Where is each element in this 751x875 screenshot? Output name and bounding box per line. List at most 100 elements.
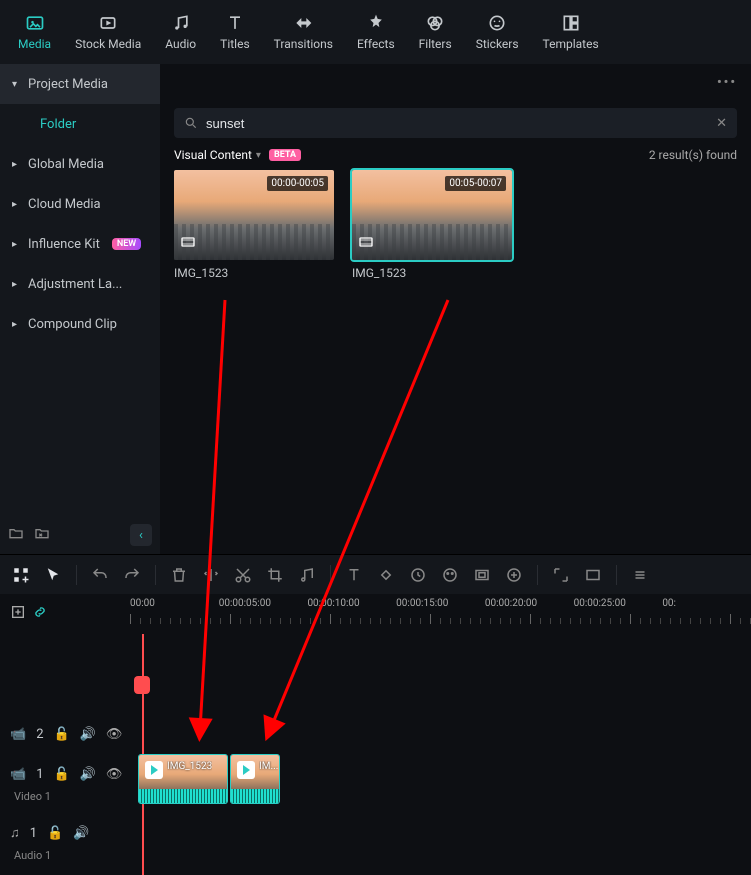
clip-play-icon	[145, 761, 163, 779]
tab-label: Effects	[357, 37, 395, 51]
undo-icon[interactable]	[91, 566, 109, 584]
speed-icon[interactable]	[409, 566, 427, 584]
mute-icon[interactable]: 🔊	[73, 826, 89, 841]
ruler-time: 00:00:25:00	[574, 598, 663, 609]
video-track-icon: 📹	[10, 767, 26, 782]
results-dropdown-icon[interactable]: ▾	[256, 150, 261, 161]
expand-icon[interactable]	[552, 566, 570, 584]
color-icon[interactable]	[441, 566, 459, 584]
track-head-video1[interactable]: 📹 1 🔓 🔊 👁	[0, 754, 130, 794]
playhead-flag[interactable]	[134, 676, 150, 694]
tab-stock-media[interactable]: Stock Media	[63, 13, 153, 51]
apps-icon[interactable]	[12, 566, 30, 584]
video-track-icon: 📹	[10, 727, 26, 742]
delete-folder-icon[interactable]	[34, 525, 50, 545]
timeline-ruler[interactable]: 00:0000:00:05:0000:00:10:0000:00:15:0000…	[56, 594, 751, 634]
tab-stickers[interactable]: Stickers	[464, 13, 531, 51]
filters-icon	[425, 13, 445, 33]
sidebar-item-project-media[interactable]: ▾ Project Media	[0, 64, 160, 104]
media-thumb[interactable]: 00:00-00:05 IMG_1523	[174, 170, 334, 280]
thumb-label: IMG_1523	[174, 266, 334, 280]
tab-titles[interactable]: Titles	[208, 13, 261, 51]
more-options-icon[interactable]: •••	[717, 75, 737, 90]
new-folder-icon[interactable]	[8, 525, 24, 545]
split-icon[interactable]	[202, 566, 220, 584]
cut-icon[interactable]	[234, 566, 252, 584]
timeline-toolbar	[0, 554, 751, 594]
marker-icon[interactable]	[505, 566, 523, 584]
tab-label: Stock Media	[75, 37, 141, 51]
visibility-icon[interactable]: 👁	[106, 727, 123, 742]
sidebar-label: Cloud Media	[28, 197, 101, 212]
audio-edit-icon[interactable]	[298, 566, 316, 584]
track-number: 1	[30, 826, 37, 841]
title-icon[interactable]	[345, 566, 363, 584]
tab-templates[interactable]: Templates	[531, 13, 611, 51]
search-box[interactable]: ✕	[174, 108, 737, 138]
mute-icon[interactable]: 🔊	[80, 767, 96, 782]
chevron-right-icon: ▸	[12, 279, 20, 290]
track-head-audio1[interactable]: ♫ 1 🔓 🔊	[0, 813, 130, 853]
media-thumb[interactable]: 00:05-00:07 IMG_1523	[352, 170, 512, 280]
tab-transitions[interactable]: Transitions	[262, 13, 345, 51]
settings-icon[interactable]	[631, 566, 649, 584]
clip-label: IMG_1523	[167, 761, 212, 772]
clear-search-icon[interactable]: ✕	[716, 116, 727, 131]
timeline-clip[interactable]: IMG_1523	[138, 754, 228, 804]
mask-icon[interactable]	[473, 566, 491, 584]
add-track-icon[interactable]	[10, 604, 26, 624]
sidebar-item-compound-clip[interactable]: ▸ Compound Clip	[0, 304, 160, 344]
lock-icon[interactable]: 🔓	[54, 727, 70, 742]
sidebar-item-folder[interactable]: Folder	[0, 104, 160, 144]
search-input[interactable]	[206, 116, 708, 131]
tab-label: Filters	[419, 37, 452, 51]
mute-icon[interactable]: 🔊	[80, 727, 96, 742]
clip-label: IM...	[259, 761, 278, 772]
track-number: 1	[36, 767, 43, 782]
delete-icon[interactable]	[170, 566, 188, 584]
stickers-icon	[487, 13, 507, 33]
video-icon	[358, 234, 374, 254]
track-headers: 📹 2 🔓 🔊 👁 📹 1 🔓 🔊 👁 Video 1 ♫ 1 🔓 🔊 Aud	[0, 634, 130, 875]
lock-icon[interactable]: 🔓	[47, 826, 63, 841]
sidebar-label: Folder	[40, 117, 76, 132]
new-badge: NEW	[112, 238, 141, 250]
results-count: 2 result(s) found	[649, 148, 737, 162]
sidebar-label: Global Media	[28, 157, 104, 172]
transitions-icon	[293, 13, 313, 33]
crop-icon[interactable]	[266, 566, 284, 584]
cursor-icon[interactable]	[44, 566, 62, 584]
ruler-time: 00:00:05:00	[219, 598, 308, 609]
sidebar-item-cloud-media[interactable]: ▸ Cloud Media	[0, 184, 160, 224]
link-icon[interactable]	[32, 604, 48, 624]
video-icon	[180, 234, 196, 254]
image-icon	[25, 13, 45, 33]
sidebar: ▾ Project Media Folder ▸ Global Media ▸ …	[0, 64, 160, 554]
redo-icon[interactable]	[123, 566, 141, 584]
sidebar-item-global-media[interactable]: ▸ Global Media	[0, 144, 160, 184]
visibility-icon[interactable]: 👁	[106, 767, 123, 782]
tab-effects[interactable]: Effects	[345, 13, 407, 51]
tab-filters[interactable]: Filters	[407, 13, 464, 51]
keyframe-icon[interactable]	[377, 566, 395, 584]
track-area[interactable]: IMG_1523 IM...	[130, 634, 751, 875]
thumb-image: 00:05-00:07	[352, 170, 512, 260]
tab-label: Stickers	[476, 37, 519, 51]
render-icon[interactable]	[584, 566, 602, 584]
tab-media[interactable]: Media	[6, 13, 63, 51]
cloud-icon	[98, 13, 118, 33]
tab-label: Audio	[165, 37, 196, 51]
chevron-right-icon: ▸	[12, 199, 20, 210]
track-head-video2[interactable]: 📹 2 🔓 🔊 👁	[0, 714, 130, 754]
thumb-image: 00:00-00:05	[174, 170, 334, 260]
lock-icon[interactable]: 🔓	[54, 767, 70, 782]
chevron-right-icon: ▸	[12, 159, 20, 170]
sidebar-item-adjustment-layer[interactable]: ▸ Adjustment La...	[0, 264, 160, 304]
timeline-clip[interactable]: IM...	[230, 754, 280, 804]
media-panel: ••• ✕ Visual Content ▾ BETA 2 result(s) …	[160, 64, 751, 554]
sidebar-item-influence-kit[interactable]: ▸ Influence Kit NEW	[0, 224, 160, 264]
tab-label: Titles	[220, 37, 249, 51]
music-icon	[171, 13, 191, 33]
collapse-sidebar-button[interactable]: ‹	[130, 524, 152, 546]
tab-audio[interactable]: Audio	[153, 13, 208, 51]
